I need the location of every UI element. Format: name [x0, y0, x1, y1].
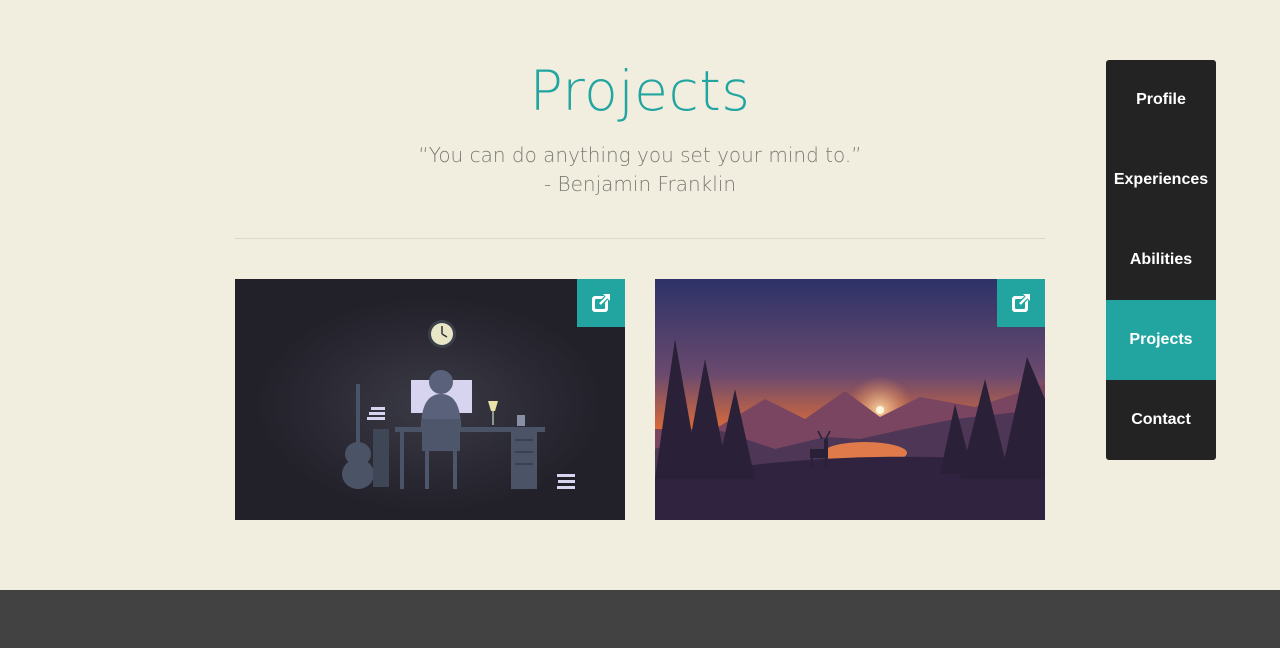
section-title: Projects — [529, 59, 751, 123]
quote: “You can do anything you set your mind t… — [0, 141, 1280, 199]
external-link-icon — [592, 294, 610, 312]
quote-text: “You can do anything you set your mind t… — [418, 143, 862, 167]
nav-item-experiences[interactable]: Experiences — [1106, 140, 1216, 220]
sunset-deer-landscape — [655, 279, 1045, 520]
footer — [0, 590, 1280, 648]
external-link-icon — [1012, 294, 1030, 312]
nav-item-abilities[interactable]: Abilities — [1106, 220, 1216, 300]
external-link-button[interactable] — [997, 279, 1045, 327]
nav-item-contact[interactable]: Contact — [1106, 380, 1216, 460]
side-nav: Profile Experiences Abilities Projects C… — [1106, 60, 1216, 460]
project-card[interactable] — [235, 279, 625, 520]
project-card[interactable] — [655, 279, 1045, 520]
quote-author: - Benjamin Franklin — [543, 172, 737, 196]
page: Projects “You can do anything you set yo… — [0, 0, 1280, 648]
nav-item-profile[interactable]: Profile — [1106, 60, 1216, 140]
nav-item-projects[interactable]: Projects — [1106, 300, 1216, 380]
external-link-button[interactable] — [577, 279, 625, 327]
night-desk-illustration — [235, 279, 625, 520]
section-divider — [235, 238, 1045, 239]
